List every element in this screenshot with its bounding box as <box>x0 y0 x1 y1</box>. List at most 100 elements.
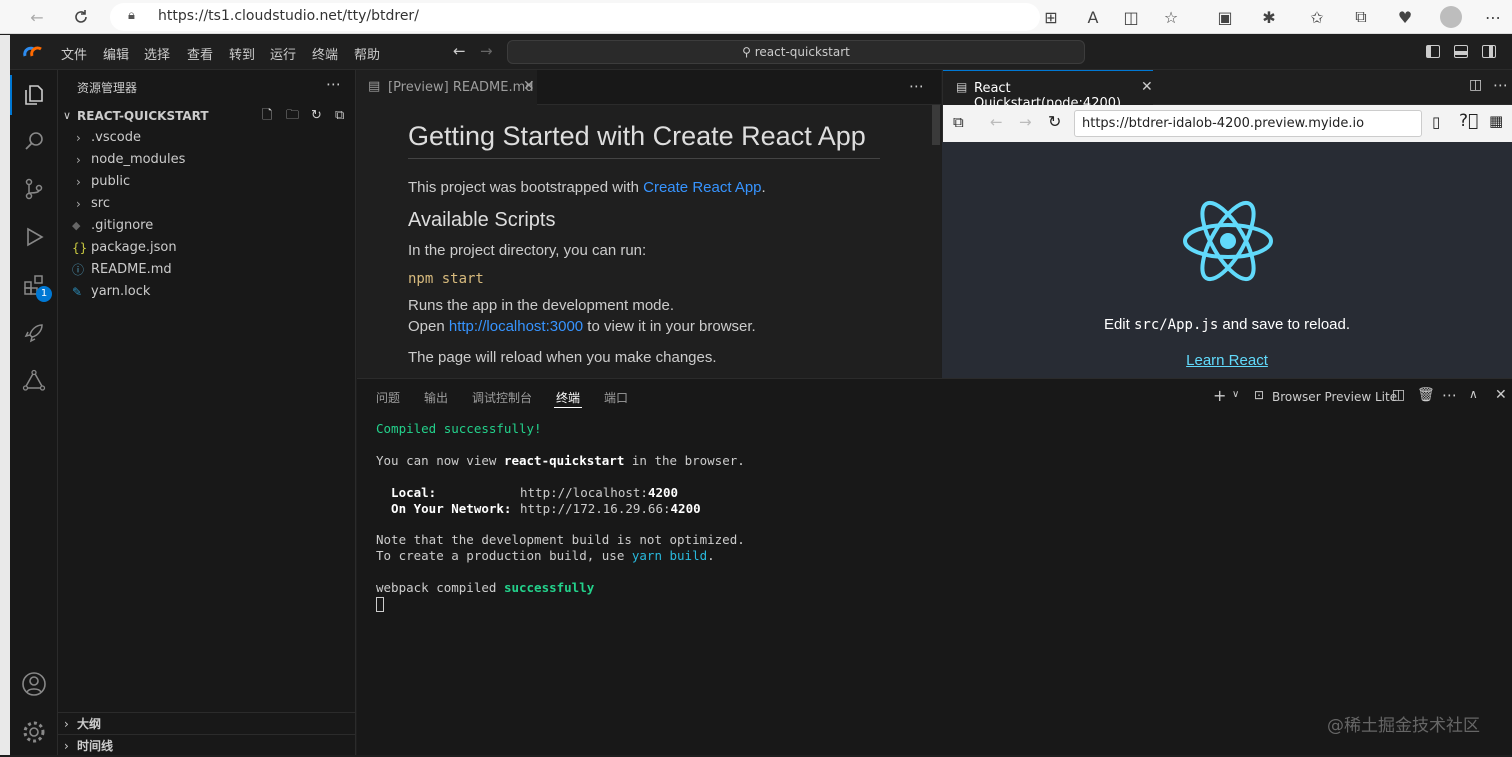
preview-more-icon[interactable]: ⋯ <box>1493 76 1508 94</box>
maximize-panel-icon[interactable]: ∧ <box>1469 387 1478 401</box>
chevron-right-icon: › <box>76 175 81 189</box>
tree-item-public[interactable]: › public <box>58 171 356 193</box>
learn-react-link[interactable]: Learn React <box>1186 352 1268 369</box>
close-icon[interactable]: ✕ <box>1141 79 1153 95</box>
create-react-app-link[interactable]: Create React App <box>643 179 761 196</box>
qr-code-icon[interactable]: ▦ <box>1489 112 1503 130</box>
run-debug-icon[interactable] <box>19 222 49 252</box>
menu-view[interactable]: 查看 <box>187 44 213 63</box>
more-menu-icon[interactable]: ⋯ <box>1480 4 1506 30</box>
new-terminal-icon[interactable]: + <box>1213 386 1226 405</box>
menu-file[interactable]: 文件 <box>61 44 87 63</box>
heart-pulse-icon[interactable]: ♥ <box>1392 4 1418 30</box>
command-center[interactable]: ⚲ react-quickstart <box>507 40 1085 64</box>
close-panel-icon[interactable]: ✕ <box>1495 387 1507 403</box>
refresh-icon[interactable]: ↻ <box>311 105 322 127</box>
scrollbar-thumb[interactable] <box>932 105 940 145</box>
workspaces-icon[interactable]: ▣ <box>1212 4 1238 30</box>
menu-run[interactable]: 运行 <box>270 44 296 63</box>
menu-help[interactable]: 帮助 <box>354 44 380 63</box>
tab-terminal[interactable]: 终端 <box>556 389 580 406</box>
tree-item-yarn-lock[interactable]: ✎ yarn.lock <box>58 281 356 303</box>
terminal-name[interactable]: Browser Preview Lite <box>1272 390 1397 404</box>
preview-url-input[interactable]: https://btdrer-idalob-4200.preview.myide… <box>1074 110 1422 137</box>
reload-icon[interactable]: ↻ <box>1048 112 1061 131</box>
command-center-label: react-quickstart <box>754 45 850 59</box>
account-icon[interactable] <box>19 669 49 699</box>
device-icon[interactable]: ▯ <box>1432 113 1440 131</box>
reload-icon[interactable] <box>68 4 94 30</box>
json-icon: {} <box>72 241 88 255</box>
new-folder-icon[interactable]: 🗀︎ <box>286 105 299 127</box>
collections-icon[interactable]: ⧉ <box>1348 4 1374 30</box>
panel-more-icon[interactable]: ⋯ <box>1442 386 1457 404</box>
terminal-cursor[interactable] <box>376 597 384 612</box>
split-screen-icon[interactable]: ◫ <box>1118 4 1144 30</box>
favorite-star-icon[interactable]: ☆ <box>1158 4 1184 30</box>
menu-go[interactable]: 转到 <box>229 44 255 63</box>
tab-ports[interactable]: 端口 <box>604 389 628 406</box>
deploy-rocket-icon[interactable] <box>19 318 49 348</box>
text: to view it in your browser. <box>583 318 756 335</box>
localhost-link[interactable]: http://localhost:3000 <box>449 318 583 335</box>
chevron-down-icon[interactable]: ∨ <box>1232 389 1239 400</box>
toggle-panel-icon[interactable] <box>1454 45 1468 58</box>
tree-item-vscode[interactable]: › .vscode <box>58 127 356 149</box>
trash-icon[interactable]: 🗑︎ <box>1417 387 1435 403</box>
extensions-icon[interactable]: 1 <box>19 270 52 302</box>
tree-item-label: public <box>91 174 131 189</box>
nav-forward-icon[interactable]: → <box>480 42 493 60</box>
nav-back-icon[interactable]: ← <box>453 42 466 60</box>
search-icon[interactable] <box>19 126 49 156</box>
back-icon[interactable]: ← <box>990 113 1003 131</box>
tree-item-package-json[interactable]: {} package.json <box>58 237 356 259</box>
tree-item-readme[interactable]: ⓘ README.md <box>58 259 356 281</box>
open-external-icon[interactable]: ⧉ <box>953 113 964 131</box>
explorer-icon[interactable] <box>19 80 49 110</box>
toggle-sidebar-icon[interactable] <box>1426 45 1440 58</box>
timeline-section[interactable]: › 时间线 <box>58 735 356 757</box>
close-icon[interactable]: ✕ <box>523 78 535 94</box>
read-aloud-icon[interactable]: A <box>1080 4 1106 30</box>
terminal-line: You can now view react-quickstart in the… <box>376 453 745 468</box>
outline-section[interactable]: › 大纲 <box>58 713 356 735</box>
explorer-more-icon[interactable]: ⋯ <box>326 75 341 93</box>
source-control-icon[interactable] <box>19 174 49 204</box>
collaboration-icon[interactable] <box>19 366 49 396</box>
editor-more-icon[interactable]: ⋯ <box>909 77 924 95</box>
address-bar[interactable]: 🔒︎ https://ts1.cloudstudio.net/tty/btdre… <box>110 3 1040 31</box>
new-file-icon[interactable]: 🗋︎ <box>262 105 272 127</box>
help-icon[interactable]: ?⃝ <box>1459 111 1478 131</box>
tab-debug-console[interactable]: 调试控制台 <box>472 389 532 406</box>
menu-selection[interactable]: 选择 <box>144 44 170 63</box>
tree-item-gitignore[interactable]: ◆ .gitignore <box>58 215 356 237</box>
preview-url-text: https://btdrer-idalob-4200.preview.myide… <box>1082 116 1365 131</box>
preview-paragraph: Runs the app in the development mode. <box>408 297 675 314</box>
text: and save to reload. <box>1218 316 1351 333</box>
split-editor-icon[interactable]: ◫ <box>1469 77 1482 93</box>
tab-output[interactable]: 输出 <box>424 389 448 406</box>
project-name-text: react-quickstart <box>503 453 625 468</box>
tab-problems[interactable]: 问题 <box>376 389 400 406</box>
tab-readme-preview[interactable]: ▤ [Preview] README.md ✕ <box>357 70 537 105</box>
tree-item-node-modules[interactable]: › node_modules <box>58 149 356 171</box>
tree-item-src[interactable]: › src <box>58 193 356 215</box>
collapse-all-icon[interactable]: ⧉ <box>335 105 344 127</box>
settings-gear-icon[interactable] <box>19 717 49 747</box>
menu-terminal[interactable]: 终端 <box>312 44 338 63</box>
profile-avatar-icon[interactable] <box>1438 4 1464 30</box>
text: webpack compiled <box>376 580 504 595</box>
active-indicator <box>10 75 12 115</box>
back-icon[interactable]: ← <box>24 4 50 30</box>
tree-item-label: yarn.lock <box>91 284 151 299</box>
extensions-puzzle-icon[interactable]: ✱ <box>1256 4 1282 30</box>
menu-edit[interactable]: 编辑 <box>103 44 129 63</box>
toggle-secondary-sidebar-icon[interactable] <box>1482 45 1496 58</box>
project-header[interactable]: ∨ REACT-QUICKSTART 🗋︎ 🗀︎ ↻ ⧉ <box>58 105 356 127</box>
split-terminal-icon[interactable]: ◫ <box>1392 387 1405 403</box>
favorites-icon[interactable]: ✩ <box>1304 4 1330 30</box>
tab-react-quickstart[interactable]: ▤ React Quickstart(node:4200) ✕ <box>943 70 1153 111</box>
app-available-icon[interactable]: ⊞ <box>1038 4 1064 30</box>
forward-icon[interactable]: → <box>1019 113 1032 131</box>
preview-code-heading: npm start <box>408 271 484 287</box>
